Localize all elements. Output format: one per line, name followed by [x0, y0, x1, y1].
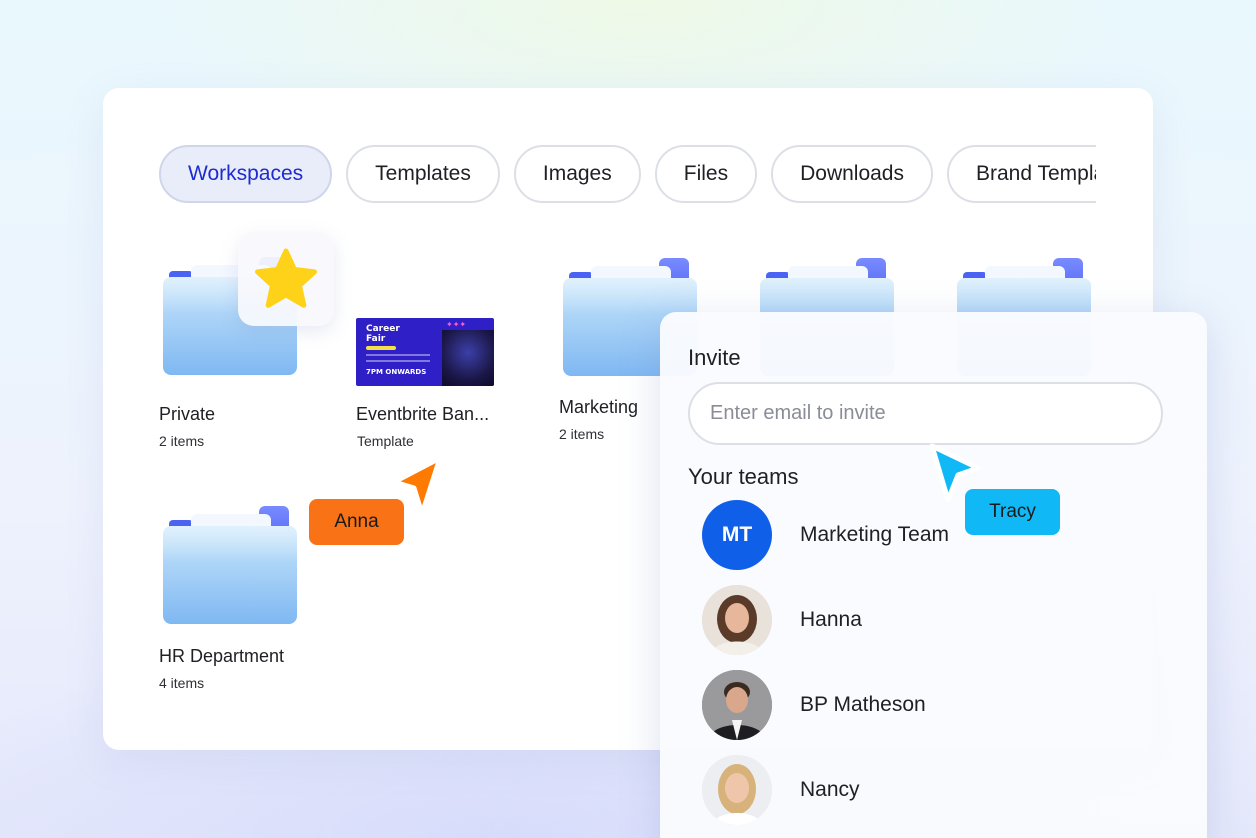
thumb-time: 7PM ONWARDS [366, 368, 427, 376]
team-member-hanna[interactable]: Hanna [702, 584, 1122, 656]
member-name: Nancy [800, 778, 860, 801]
item-meta-private: 2 items [159, 433, 205, 449]
thumb-photo [442, 330, 494, 386]
team-member-bp-matheson[interactable]: BP Matheson [702, 669, 1122, 741]
member-name: BP Matheson [800, 693, 926, 716]
template-thumbnail[interactable]: Career Fair 7PM ONWARDS ✦✦✦ [356, 318, 494, 386]
tab-templates[interactable]: Templates [346, 145, 500, 203]
tracy-cursor-label: Tracy [965, 489, 1060, 535]
star-icon [255, 248, 317, 308]
avatar [702, 755, 772, 825]
avatar [702, 670, 772, 740]
favorite-badge[interactable] [238, 232, 334, 326]
person-photo-icon [702, 585, 772, 655]
tab-brand-templates[interactable]: Brand Templates [947, 145, 1096, 203]
tab-files[interactable]: Files [654, 145, 758, 203]
team-member-nancy[interactable]: Nancy [702, 754, 1122, 826]
avatar [702, 585, 772, 655]
item-name-private[interactable]: Private [159, 404, 215, 425]
tab-workspaces[interactable]: Workspaces [159, 145, 333, 203]
category-tabs: Workspaces Templates Images Files Downlo… [159, 145, 1096, 205]
anna-cursor-label: Anna [309, 499, 404, 545]
item-name-marketing[interactable]: Marketing [559, 397, 638, 418]
tab-downloads[interactable]: Downloads [771, 145, 933, 203]
invite-title: Invite [688, 345, 741, 370]
item-meta-marketing: 2 items [559, 426, 605, 442]
member-name: Marketing Team [800, 523, 950, 546]
avatar: MT [702, 500, 772, 570]
item-meta-hr: 4 items [159, 675, 205, 691]
member-name: Hanna [800, 608, 862, 631]
invite-email-input[interactable] [688, 382, 1163, 445]
thumb-title: Career Fair [366, 324, 400, 344]
folder-icon[interactable] [163, 506, 297, 624]
item-name-hr[interactable]: HR Department [159, 646, 284, 667]
item-meta-eventbrite: Template [357, 433, 414, 449]
item-name-eventbrite[interactable]: Eventbrite Ban... [356, 404, 489, 425]
person-photo-icon [702, 755, 772, 825]
teams-title: Your teams [688, 464, 799, 489]
person-photo-icon [702, 670, 772, 740]
tab-images[interactable]: Images [513, 145, 641, 203]
